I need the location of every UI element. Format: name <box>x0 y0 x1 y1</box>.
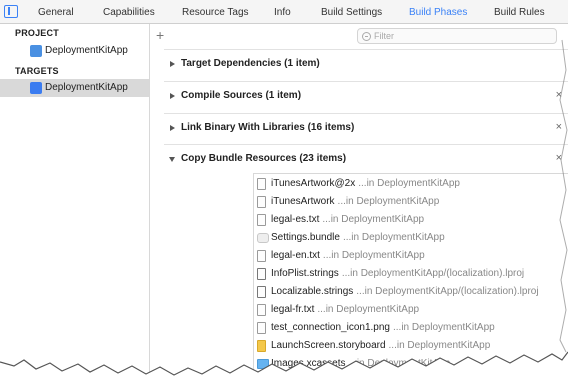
file-row[interactable]: Settings.bundle ...in DeploymentKitApp <box>254 229 568 247</box>
file-location: ...in DeploymentKitApp <box>348 358 451 369</box>
bundle-resources-file-list: iTunesArtwork@2x ...in DeploymentKitApp i… <box>253 173 568 383</box>
tab-build-phases[interactable]: Build Phases <box>409 7 467 18</box>
add-build-phase-button[interactable]: + <box>156 28 164 42</box>
file-row[interactable]: LaunchScreen.storyboard ...in DeploymentK… <box>254 337 568 355</box>
file-icon <box>257 304 266 316</box>
asset-catalog-icon <box>257 359 269 369</box>
filter-icon <box>362 32 371 41</box>
sidebar-toggle-icon[interactable] <box>4 5 18 18</box>
tab-general[interactable]: General <box>38 7 74 18</box>
file-row[interactable]: legal-es.txt ...in DeploymentKitApp <box>254 211 568 229</box>
file-location: ...in DeploymentKitApp <box>358 178 460 189</box>
file-name: Images.xcassets <box>271 358 346 369</box>
sidebar-item-target[interactable]: DeploymentKitApp <box>0 79 149 97</box>
remove-phase-icon[interactable]: × <box>556 152 562 164</box>
remove-phase-icon[interactable]: × <box>556 121 562 133</box>
bundle-icon <box>257 233 269 243</box>
xcode-project-icon <box>30 45 42 57</box>
file-name: LaunchScreen.storyboard <box>271 340 386 351</box>
disclosure-triangle-icon[interactable] <box>170 125 175 131</box>
filter-input[interactable] <box>374 30 549 42</box>
app-target-icon <box>30 82 42 94</box>
file-name: InfoPlist.strings <box>271 268 339 279</box>
strings-icon <box>257 286 266 298</box>
disclosure-triangle-icon[interactable] <box>170 93 175 99</box>
file-name: Settings.bundle <box>271 232 340 243</box>
file-location: ...in DeploymentKitApp <box>337 196 440 207</box>
tab-resource-tags[interactable]: Resource Tags <box>182 7 249 18</box>
file-icon <box>257 214 266 226</box>
file-row[interactable]: Images.xcassets ...in DeploymentKitApp <box>254 355 568 373</box>
file-location: ...in DeploymentKitApp/(localization).lp… <box>356 286 539 297</box>
phase-copy-bundle-resources[interactable]: Copy Bundle Resources (23 items) × <box>164 144 568 172</box>
file-icon <box>257 322 266 334</box>
file-row[interactable]: InfoPlist.strings ...in DeploymentKitApp/… <box>254 265 568 283</box>
phase-title: Copy Bundle Resources (23 items) <box>181 153 347 164</box>
file-location: ...in DeploymentKitApp <box>392 322 495 333</box>
file-location: ...in DeploymentKitApp <box>322 250 425 261</box>
sidebar-item-project[interactable]: DeploymentKitApp <box>0 42 149 60</box>
phase-title: Link Binary With Libraries (16 items) <box>181 122 355 133</box>
phase-title: Target Dependencies (1 item) <box>181 58 320 69</box>
file-name: test_connection_icon1.png <box>271 322 390 333</box>
file-location: ...in DeploymentKitApp <box>317 304 420 315</box>
disclosure-triangle-icon[interactable] <box>170 61 175 67</box>
editor-tab-bar: General Capabilities Resource Tags Info … <box>0 0 568 24</box>
tab-build-rules[interactable]: Build Rules <box>494 7 545 18</box>
file-row[interactable]: iTunesArtwork ...in DeploymentKitApp <box>254 193 568 211</box>
tab-build-settings[interactable]: Build Settings <box>321 7 382 18</box>
file-row[interactable]: legal-en.txt ...in DeploymentKitApp <box>254 247 568 265</box>
phase-title: Compile Sources (1 item) <box>181 90 302 101</box>
remove-phase-icon[interactable]: × <box>556 89 562 101</box>
tab-info[interactable]: Info <box>274 7 291 18</box>
file-row[interactable]: Localizable.strings ...in DeploymentKitAp… <box>254 283 568 301</box>
sidebar-item-label: DeploymentKitApp <box>45 45 128 56</box>
file-location: ...in DeploymentKitApp <box>342 232 445 243</box>
file-name: legal-es.txt <box>271 214 320 225</box>
file-location: ...in DeploymentKitApp/(localization).lp… <box>341 268 525 279</box>
file-name: legal-fr.txt <box>271 304 315 315</box>
file-icon <box>257 250 266 262</box>
file-row[interactable]: legal-fr.txt ...in DeploymentKitApp <box>254 301 568 319</box>
disclosure-triangle-icon[interactable] <box>169 157 175 162</box>
file-icon <box>257 196 266 208</box>
sidebar-item-label: DeploymentKitApp <box>45 82 128 93</box>
tab-capabilities[interactable]: Capabilities <box>103 7 155 18</box>
file-name: legal-en.txt <box>271 250 320 261</box>
file-icon <box>257 178 266 190</box>
filter-field <box>357 28 557 44</box>
file-name: iTunesArtwork <box>271 196 335 207</box>
file-row[interactable]: test_connection_icon1.png ...in Deploymen… <box>254 319 568 337</box>
file-location: ...in DeploymentKitApp <box>388 340 491 351</box>
project-navigator-sidebar: PROJECT DeploymentKitApp TARGETS Deploym… <box>0 24 150 383</box>
file-row[interactable]: iTunesArtwork@2x ...in DeploymentKitApp <box>254 175 568 193</box>
file-name: Localizable.strings <box>271 286 354 297</box>
storyboard-icon <box>257 340 266 352</box>
phase-link-binary[interactable]: Link Binary With Libraries (16 items) × <box>164 113 568 141</box>
file-location: ...in DeploymentKitApp <box>322 214 425 225</box>
phase-target-dependencies[interactable]: Target Dependencies (1 item) <box>164 49 568 77</box>
phase-compile-sources[interactable]: Compile Sources (1 item) × <box>164 81 568 109</box>
project-section-header: PROJECT <box>15 28 59 38</box>
strings-icon <box>257 268 266 280</box>
file-name: iTunesArtwork@2x <box>271 178 356 189</box>
targets-section-header: TARGETS <box>15 66 59 76</box>
